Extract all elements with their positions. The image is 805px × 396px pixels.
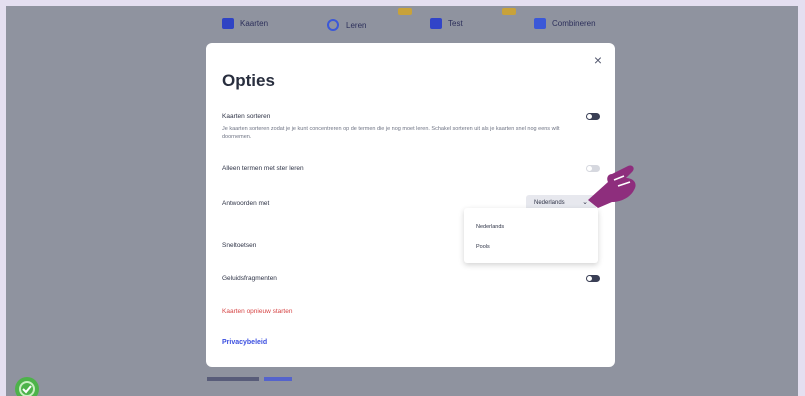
dropdown-option-nederlands[interactable]: Nederlands xyxy=(476,224,504,230)
sort-cards-toggle[interactable] xyxy=(586,113,600,120)
answer-with-dropdown: Nederlands Pools xyxy=(464,208,598,263)
answer-with-label: Antwoorden met xyxy=(222,200,270,207)
shortcuts-label[interactable]: Sneltoetsen xyxy=(222,242,256,249)
learn-icon xyxy=(327,19,339,31)
pointer-hand-icon xyxy=(588,165,636,208)
audio-toggle[interactable] xyxy=(586,275,600,282)
audio-label: Geluidsfragmenten xyxy=(222,275,277,282)
lock-badge xyxy=(398,8,412,15)
nav-item-leren[interactable]: Leren xyxy=(326,8,412,32)
nav-item-kaarten[interactable]: Kaarten xyxy=(222,18,268,29)
nav-label: Test xyxy=(448,19,463,28)
privacy-link[interactable]: Privacybeleid xyxy=(222,339,267,346)
sort-cards-label: Kaarten sorteren xyxy=(222,113,271,120)
only-starred-label: Alleen termen met ster leren xyxy=(222,165,304,172)
app-logo-icon xyxy=(15,377,39,396)
sort-cards-description: Je kaarten sorteren zodat je je kunt con… xyxy=(222,126,560,140)
restart-cards-link[interactable]: Kaarten opnieuw starten xyxy=(222,308,292,315)
nav-label: Leren xyxy=(346,20,367,30)
nav-label: Combineren xyxy=(552,19,596,28)
nav-item-test[interactable]: Test xyxy=(430,8,516,29)
cards-icon xyxy=(222,18,234,29)
footer-note xyxy=(207,376,292,382)
close-icon[interactable]: × xyxy=(591,53,605,67)
blurred-text xyxy=(207,376,259,381)
page-backdrop: Kaarten Leren Test Combineren × Opties K… xyxy=(6,6,798,396)
modal-title: Opties xyxy=(222,71,275,90)
options-modal: × Opties Kaarten sorteren Je kaarten sor… xyxy=(206,43,615,367)
study-mode-nav: Kaarten Leren Test Combineren xyxy=(6,6,798,46)
dropdown-option-pools[interactable]: Pools xyxy=(476,244,490,250)
test-icon xyxy=(430,18,442,29)
select-value: Nederlands xyxy=(534,200,565,206)
nav-label: Kaarten xyxy=(240,19,269,28)
match-icon xyxy=(534,18,546,29)
nav-item-combineren[interactable]: Combineren xyxy=(534,18,596,29)
lock-badge xyxy=(502,8,516,15)
blurred-link[interactable] xyxy=(263,376,292,381)
